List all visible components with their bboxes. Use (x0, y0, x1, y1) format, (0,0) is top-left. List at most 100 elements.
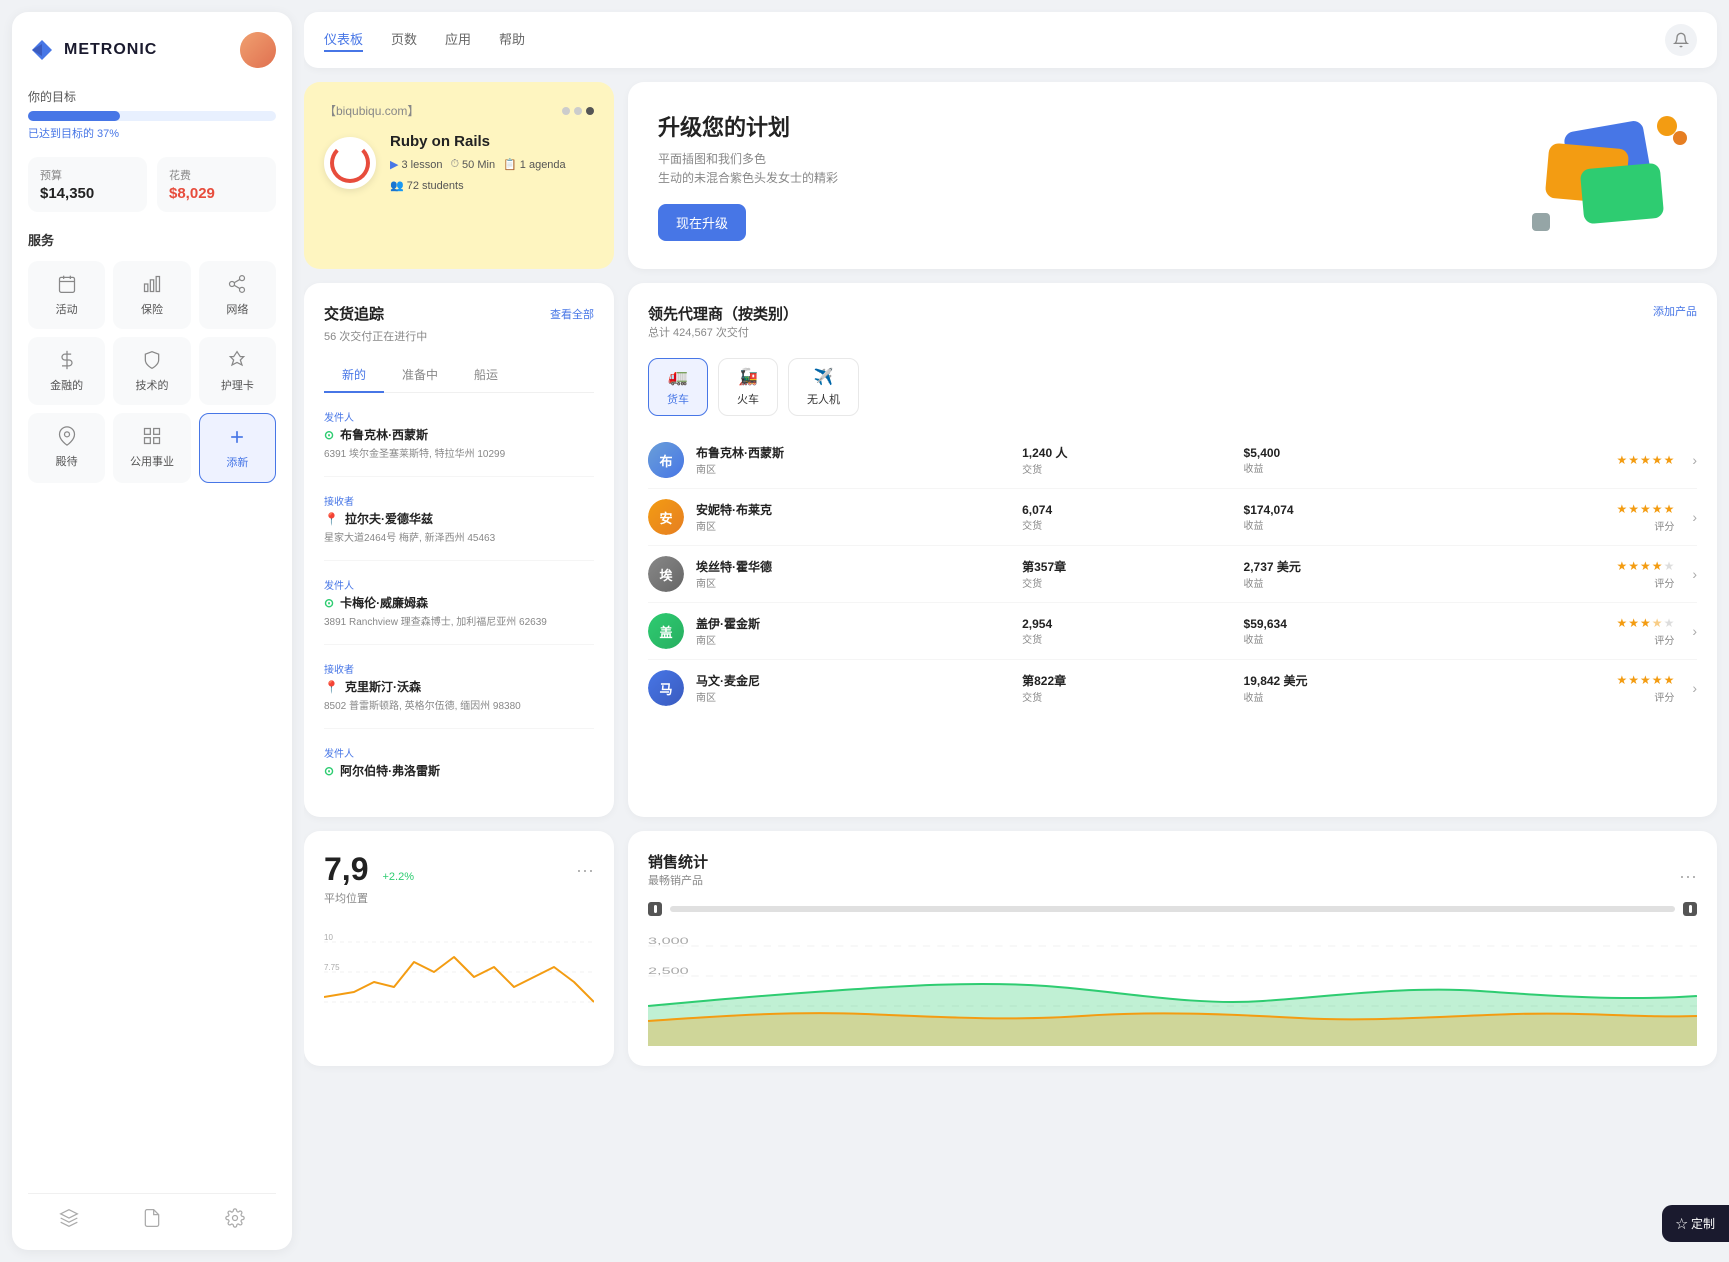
logo: METRONIC (28, 36, 157, 64)
star-2: ★ (1628, 453, 1639, 467)
tab-new[interactable]: 新的 (324, 358, 384, 393)
agent-avatar-1: 安 (648, 499, 684, 535)
agent-info-3: 盖伊·霍金斯 南区 (696, 615, 1010, 647)
goal-pct: 已达到目标的 37% (28, 125, 276, 141)
name-2: 📍 拉尔夫·爱德华兹 (324, 510, 594, 527)
star-1: ★ (1617, 453, 1628, 467)
name-5: ⊙ 阿尔伯特·弗洛雷斯 (324, 762, 594, 779)
course-card-body: Ruby on Rails ▶ 3 lesson ⏱ 50 Min 📋 1 a (324, 133, 594, 192)
agent-rev-2: 2,737 美元 收益 (1244, 558, 1453, 590)
agent-stat-1: 6,074 交货 (1022, 503, 1231, 532)
sidebar: METRONIC 你的目标 已达到目标的 37% 预算 $14,350 花费 $… (12, 12, 292, 1250)
agent-avatar-3: 盖 (648, 613, 684, 649)
tab-shipping[interactable]: 船运 (456, 358, 516, 393)
agent-arrow-4[interactable]: › (1692, 680, 1697, 696)
service-tech[interactable]: 技术的 (113, 337, 190, 405)
tab-preparing[interactable]: 准备中 (384, 358, 456, 393)
agent-region-4: 南区 (696, 689, 1010, 704)
service-network[interactable]: 网络 (199, 261, 276, 329)
service-public[interactable]: 公用事业 (113, 413, 190, 483)
nav-help[interactable]: 帮助 (499, 29, 525, 52)
tracking-tabs: 新的 准备中 船运 (324, 358, 594, 393)
nav-apps[interactable]: 应用 (445, 29, 471, 52)
upgrade-button[interactable]: 现在升级 (658, 204, 746, 241)
agent-name-3: 盖伊·霍金斯 (696, 615, 1010, 632)
tracking-link[interactable]: 查看全部 (550, 306, 594, 322)
agent-rev-1: $174,074 收益 (1244, 503, 1453, 532)
slider-left-handle[interactable] (648, 902, 662, 916)
middle-cards-row: 交货追踪 查看全部 56 次交付正在进行中 新的 准备中 船运 发件人 ⊙ 布鲁… (304, 283, 1717, 817)
agent-name-0: 布鲁克林·西蒙斯 (696, 444, 1010, 461)
agent-trans-lbl-4: 交货 (1022, 689, 1231, 704)
course-title: Ruby on Rails (390, 133, 594, 150)
agents-title: 领先代理商（按类别） (648, 303, 798, 324)
train-icon: 🚂 (738, 367, 758, 387)
agent-arrow-0[interactable]: › (1692, 452, 1697, 468)
agent-info-4: 马文·麦金尼 南区 (696, 672, 1010, 704)
sales-card: 销售统计 最畅销产品 ··· (628, 831, 1717, 1066)
file-icon[interactable] (140, 1206, 164, 1230)
rating-label-3: 评分 (1654, 632, 1674, 647)
layers-icon[interactable] (57, 1206, 81, 1230)
nav-dashboard[interactable]: 仪表板 (324, 29, 363, 52)
cat-drone[interactable]: ✈️ 无人机 (788, 358, 859, 416)
service-finance-label: 金融的 (50, 377, 83, 393)
agent-rev-lbl-1: 收益 (1244, 517, 1453, 532)
cat-truck[interactable]: 🚛 货车 (648, 358, 708, 416)
sales-more-button[interactable]: ··· (1679, 867, 1697, 885)
service-add[interactable]: 添新 (199, 413, 276, 483)
agent-rating-2: ★ ★ ★ ★ ★ 评分 (1465, 559, 1674, 590)
service-nursing[interactable]: 护理卡 (199, 337, 276, 405)
agent-region-1: 南区 (696, 518, 1010, 533)
stars-0: ★ ★ ★ ★ ★ (1617, 453, 1675, 467)
map-pin-icon (56, 425, 78, 447)
illus-gear (1532, 213, 1550, 231)
nav-pages[interactable]: 页数 (391, 29, 417, 52)
service-activity[interactable]: 活动 (28, 261, 105, 329)
slider-track[interactable] (670, 906, 1675, 912)
slider-right-handle[interactable] (1683, 902, 1697, 916)
drone-icon: ✈️ (814, 367, 834, 387)
course-dots (562, 107, 594, 115)
rating-label-2: 评分 (1654, 575, 1674, 590)
cat-train[interactable]: 🚂 火车 (718, 358, 778, 416)
upgrade-title: 升级您的计划 (658, 110, 838, 142)
agent-arrow-3[interactable]: › (1692, 623, 1697, 639)
agent-trans-lbl-0: 交货 (1022, 461, 1231, 476)
tracking-item-4: 接收者 📍 克里斯汀·沃森 8502 普雷斯顿路, 英格尔伍德, 缅因州 983… (324, 661, 594, 729)
agent-trans-lbl-2: 交货 (1022, 575, 1231, 590)
agent-rev-lbl-2: 收益 (1244, 575, 1453, 590)
topnav-links: 仪表板 页数 应用 帮助 (324, 29, 525, 52)
notification-icon[interactable] (1665, 24, 1697, 56)
service-nursing-label: 护理卡 (221, 377, 254, 393)
expense-card: 花费 $8,029 (157, 157, 276, 212)
agent-row-3: 盖 盖伊·霍金斯 南区 2,954 交货 $59,634 收益 ★ (648, 603, 1697, 660)
tracking-item-3: 发件人 ⊙ 卡梅伦·威廉姆森 3891 Ranchview 理查森博士, 加利福… (324, 577, 594, 645)
service-insurance[interactable]: 保险 (113, 261, 190, 329)
name-4: 📍 克里斯汀·沃森 (324, 678, 594, 695)
agent-trans-lbl-3: 交货 (1022, 631, 1231, 646)
agent-arrow-2[interactable]: › (1692, 566, 1697, 582)
customize-button[interactable]: ☆ 定制 (1662, 1205, 1729, 1242)
course-lessons: ▶ 3 lesson (390, 158, 442, 171)
settings-icon[interactable] (223, 1206, 247, 1230)
tracking-header: 交货追踪 查看全部 (324, 303, 594, 324)
upgrade-illustration (1527, 116, 1687, 236)
agent-arrow-1[interactable]: › (1692, 509, 1697, 525)
position-more-button[interactable]: ··· (576, 861, 594, 879)
range-slider-row (648, 902, 1697, 916)
add-product-button[interactable]: 添加产品 (1653, 303, 1697, 319)
agent-row-2: 埃 埃丝特·霍华德 南区 第357章 交货 2,737 美元 收益 ★ (648, 546, 1697, 603)
role-5: 发件人 (324, 745, 594, 760)
service-insurance-label: 保险 (141, 301, 163, 317)
agent-rev-val-1: $174,074 (1244, 503, 1453, 517)
position-trend: +2.2% (382, 871, 414, 883)
service-finance[interactable]: 金融的 (28, 337, 105, 405)
avatar[interactable] (240, 32, 276, 68)
agent-rating-4: ★ ★ ★ ★ ★ 评分 (1465, 673, 1674, 704)
service-reception[interactable]: 殿待 (28, 413, 105, 483)
goal-section: 你的目标 已达到目标的 37% (28, 88, 276, 141)
agent-rev-3: $59,634 收益 (1244, 617, 1453, 646)
budget-value: $14,350 (40, 185, 135, 202)
tracking-list: 发件人 ⊙ 布鲁克林·西蒙斯 6391 埃尔金圣塞莱斯特, 特拉华州 10299… (324, 409, 594, 797)
